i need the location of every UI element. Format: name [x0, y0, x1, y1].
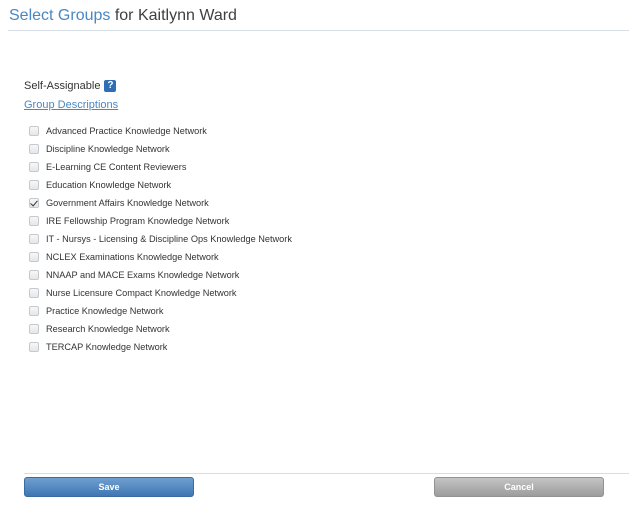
group-descriptions-link[interactable]: Group Descriptions: [24, 99, 118, 111]
group-item[interactable]: IT - Nursys - Licensing & Discipline Ops…: [29, 230, 292, 248]
group-label: E-Learning CE Content Reviewers: [46, 162, 187, 172]
group-item[interactable]: Discipline Knowledge Network: [29, 140, 292, 158]
group-label: NCLEX Examinations Knowledge Network: [46, 252, 219, 262]
checkbox[interactable]: [29, 180, 39, 190]
cancel-button[interactable]: Cancel: [434, 477, 604, 497]
group-item[interactable]: Education Knowledge Network: [29, 176, 292, 194]
checkbox[interactable]: [29, 252, 39, 262]
checkbox[interactable]: [29, 288, 39, 298]
group-label: NNAAP and MACE Exams Knowledge Network: [46, 270, 240, 280]
select-groups-page: Select Groups for Kaitlynn Ward Self-Ass…: [0, 0, 632, 523]
group-item[interactable]: NCLEX Examinations Knowledge Network: [29, 248, 292, 266]
group-label: IRE Fellowship Program Knowledge Network: [46, 216, 230, 226]
page-title-accent: Select Groups: [9, 7, 111, 24]
checkbox[interactable]: [29, 144, 39, 154]
checkbox[interactable]: [29, 126, 39, 136]
checkbox[interactable]: [29, 162, 39, 172]
self-assignable-label: Self-Assignable: [24, 80, 101, 92]
group-checkbox-list: Advanced Practice Knowledge Network Disci…: [29, 122, 292, 356]
save-button[interactable]: Save: [24, 477, 194, 497]
checkbox[interactable]: [29, 270, 39, 280]
checkbox[interactable]: [29, 342, 39, 352]
page-title: Select Groups for Kaitlynn Ward: [9, 6, 237, 26]
group-label: Nurse Licensure Compact Knowledge Networ…: [46, 288, 237, 298]
group-item[interactable]: E-Learning CE Content Reviewers: [29, 158, 292, 176]
group-item[interactable]: Advanced Practice Knowledge Network: [29, 122, 292, 140]
checkbox[interactable]: [29, 306, 39, 316]
page-title-user: for Kaitlynn Ward: [110, 7, 237, 24]
group-item[interactable]: Nurse Licensure Compact Knowledge Networ…: [29, 284, 292, 302]
group-item[interactable]: Practice Knowledge Network: [29, 302, 292, 320]
group-label: TERCAP Knowledge Network: [46, 342, 168, 352]
group-label: Practice Knowledge Network: [46, 306, 164, 316]
group-label: IT - Nursys - Licensing & Discipline Ops…: [46, 234, 292, 244]
checkbox[interactable]: [29, 216, 39, 226]
title-divider: [8, 30, 629, 31]
group-item[interactable]: Government Affairs Knowledge Network: [29, 194, 292, 212]
checkbox-checked[interactable]: [29, 198, 39, 208]
help-icon[interactable]: ?: [104, 80, 117, 92]
checkbox[interactable]: [29, 324, 39, 334]
group-label: Research Knowledge Network: [46, 324, 170, 334]
group-item[interactable]: IRE Fellowship Program Knowledge Network: [29, 212, 292, 230]
group-label: Government Affairs Knowledge Network: [46, 198, 209, 208]
group-item[interactable]: TERCAP Knowledge Network: [29, 338, 292, 356]
group-item[interactable]: NNAAP and MACE Exams Knowledge Network: [29, 266, 292, 284]
group-label: Discipline Knowledge Network: [46, 144, 170, 154]
checkbox[interactable]: [29, 234, 39, 244]
group-item[interactable]: Research Knowledge Network: [29, 320, 292, 338]
footer-divider: [24, 473, 629, 474]
self-assignable-row: Self-Assignable ?: [24, 80, 117, 92]
group-label: Education Knowledge Network: [46, 180, 172, 190]
group-label: Advanced Practice Knowledge Network: [46, 126, 207, 136]
